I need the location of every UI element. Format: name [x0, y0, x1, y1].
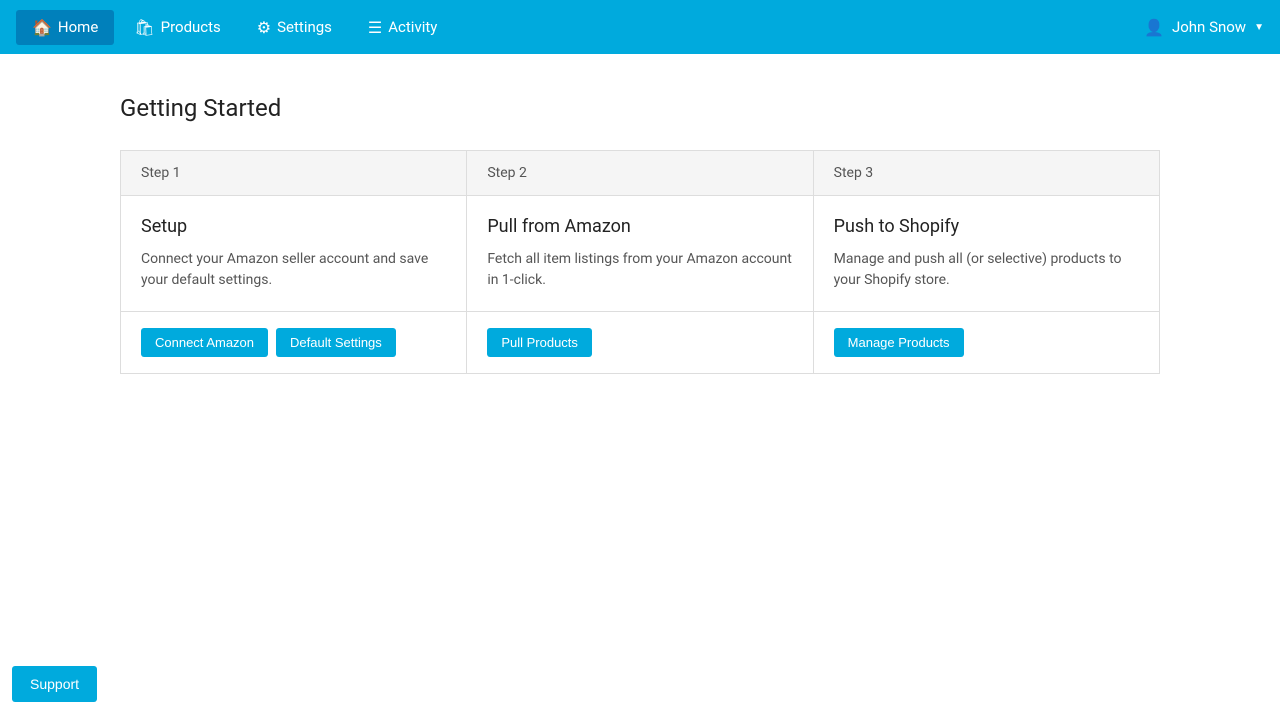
navbar-left: 🏠 Home 🛍 Products ⚙ Settings ☰ Activity — [16, 10, 453, 45]
nav-item-settings[interactable]: ⚙ Settings — [241, 10, 348, 45]
steps-actions: Connect Amazon Default Settings Pull Pro… — [121, 312, 1159, 373]
nav-label-activity: Activity — [388, 18, 437, 36]
step-1-content: Setup Connect your Amazon seller account… — [121, 196, 467, 311]
nav-item-products[interactable]: 🛍 Products — [118, 10, 237, 45]
steps-header: Step 1 Step 2 Step 3 — [121, 151, 1159, 196]
step-3-desc: Manage and push all (or selective) produ… — [834, 249, 1139, 291]
step-3-content: Push to Shopify Manage and push all (or … — [814, 196, 1159, 311]
step-1-label: Step 1 — [121, 151, 467, 195]
step-1-desc: Connect your Amazon seller account and s… — [141, 249, 446, 291]
step-3-label: Step 3 — [814, 151, 1159, 195]
step-3-actions: Manage Products — [814, 312, 1159, 373]
default-settings-button[interactable]: Default Settings — [276, 328, 396, 357]
steps-table: Step 1 Step 2 Step 3 Setup Connect your … — [120, 150, 1160, 374]
caret-down-icon: ▼ — [1254, 22, 1264, 33]
step-1-title: Setup — [141, 216, 446, 237]
settings-icon: ⚙ — [257, 18, 271, 37]
support-button[interactable]: Support — [12, 666, 97, 702]
step-2-label: Step 2 — [467, 151, 813, 195]
step-2-title: Pull from Amazon — [487, 216, 792, 237]
nav-label-products: Products — [161, 18, 221, 36]
nav-item-activity[interactable]: ☰ Activity — [352, 10, 453, 45]
main-content: Getting Started Step 1 Step 2 Step 3 Set… — [0, 54, 1280, 414]
nav-item-home[interactable]: 🏠 Home — [16, 10, 114, 45]
products-icon: 🛍 — [134, 18, 154, 37]
nav-label-settings: Settings — [277, 18, 332, 36]
step-3-title: Push to Shopify — [834, 216, 1139, 237]
nav-label-home: Home — [58, 18, 98, 36]
home-icon: 🏠 — [32, 18, 52, 37]
connect-amazon-button[interactable]: Connect Amazon — [141, 328, 268, 357]
user-icon: 👤 — [1144, 18, 1164, 37]
step-1-actions: Connect Amazon Default Settings — [121, 312, 467, 373]
activity-icon: ☰ — [368, 18, 382, 37]
user-name: John Snow — [1172, 18, 1246, 36]
step-2-content: Pull from Amazon Fetch all item listings… — [467, 196, 813, 311]
steps-body: Setup Connect your Amazon seller account… — [121, 196, 1159, 312]
manage-products-button[interactable]: Manage Products — [834, 328, 964, 357]
pull-products-button[interactable]: Pull Products — [487, 328, 592, 357]
step-2-actions: Pull Products — [467, 312, 813, 373]
page-title: Getting Started — [120, 94, 1160, 122]
step-2-desc: Fetch all item listings from your Amazon… — [487, 249, 792, 291]
user-menu[interactable]: 👤 John Snow ▼ — [1144, 18, 1264, 37]
navbar: 🏠 Home 🛍 Products ⚙ Settings ☰ Activity … — [0, 0, 1280, 54]
